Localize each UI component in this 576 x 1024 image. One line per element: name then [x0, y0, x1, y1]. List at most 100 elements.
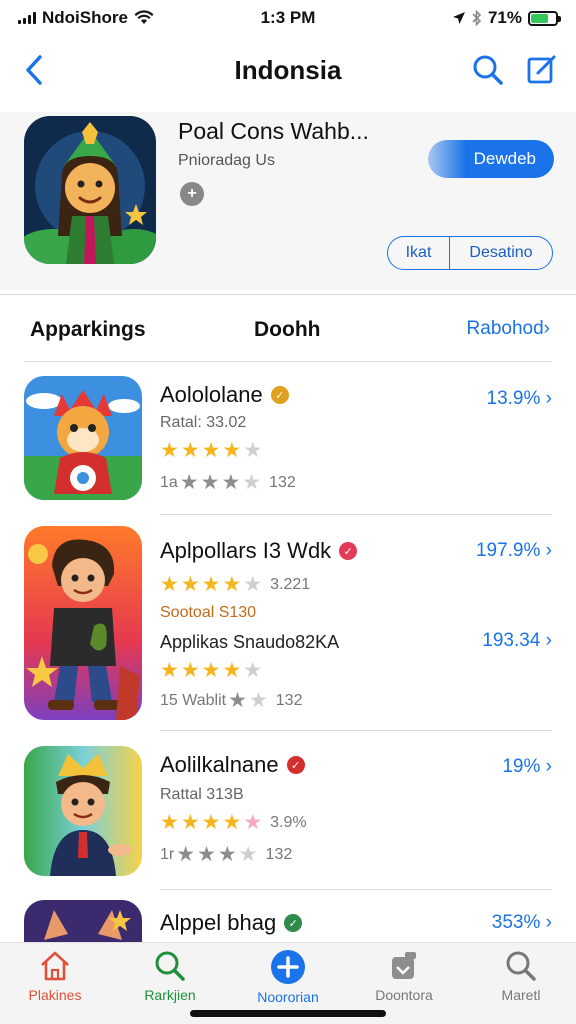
battery-percent: 71%	[487, 8, 522, 27]
see-all-link[interactable]: Rabohod›	[467, 318, 550, 340]
row-divider	[160, 730, 552, 731]
star-icon: ★	[238, 843, 258, 866]
app-title-row: Aplpollars I3 Wdk ✓	[160, 538, 358, 564]
app-percent[interactable]: 353% ›	[492, 912, 552, 934]
app-icon[interactable]	[24, 526, 142, 720]
star-icon: ★	[197, 843, 216, 866]
star-icon: ★	[201, 439, 221, 462]
star-icon: ★	[160, 573, 179, 596]
download-button[interactable]: Dewdeb	[428, 140, 554, 178]
star-icon: ★	[176, 843, 196, 866]
app-meta: Rattal 313B	[160, 786, 244, 803]
secondary-rating: 1r ★ ★ ★ ★ 132	[160, 842, 292, 867]
secondary-rating: 15 Wablit ★ ★ 132	[160, 688, 302, 713]
star-icon: ★	[160, 811, 179, 834]
tab-label: Maretl	[501, 987, 541, 1003]
star-icon: ★	[222, 811, 242, 834]
section-divider	[0, 294, 576, 295]
list-item[interactable]: Alppel bhag ✓ 353% ›	[0, 892, 576, 942]
tab-maretl[interactable]: Maretl	[466, 949, 576, 1003]
star-icon: ★	[243, 573, 263, 596]
status-bar: NdoiShore 1:3 PM 71%	[0, 0, 576, 36]
battery-icon	[528, 10, 561, 26]
downloads-icon	[392, 952, 416, 979]
location-arrow-icon	[452, 12, 465, 24]
nav-bar: Indonsia	[0, 40, 576, 100]
segment-second[interactable]: Desatino	[450, 237, 552, 269]
star-rating: ★ ★ ★ ★ ★ 3.221	[160, 572, 310, 597]
star-icon: ★	[201, 573, 221, 596]
segment-first[interactable]: Ikat	[388, 237, 450, 269]
verified-badge-icon: ✓	[286, 756, 305, 774]
app-meta: Ratal: 33.02	[160, 414, 247, 431]
chevron-left-icon	[26, 55, 42, 85]
tab-doontora[interactable]: Doontora	[349, 949, 459, 1003]
add-button[interactable]: +	[180, 182, 204, 206]
list-item[interactable]: Aplpollars I3 Wdk ✓ ★ ★ ★ ★ ★ 3.221 Sootoal …	[0, 516, 576, 731]
star-icon: ★	[180, 439, 200, 462]
status-time: 1:3 PM	[260, 8, 316, 27]
chevron-right-icon: ›	[545, 540, 552, 561]
list-item[interactable]: Aolilkalnane ✓ Rattal 313B ★ ★ ★ ★ ★ 3.9% 1r…	[0, 732, 576, 890]
tab-label: Plakines	[28, 987, 82, 1003]
search-button[interactable]	[470, 52, 506, 88]
percent-value: 19%	[502, 756, 541, 777]
star-icon: ★	[179, 471, 199, 494]
star-icon: ★	[248, 689, 268, 712]
featured-app-icon[interactable]	[24, 116, 156, 264]
chevron-right-icon: ›	[545, 912, 552, 933]
app-title-row: Aolilkalnane ✓	[160, 752, 305, 778]
status-right: 71%	[358, 8, 561, 28]
section-title: Apparkings	[30, 318, 146, 341]
percent-value: 197.9%	[475, 540, 541, 561]
back-button[interactable]	[16, 50, 52, 90]
star-icon: ★	[228, 689, 247, 712]
featured-app-name: Poal Cons Wahb...	[178, 118, 369, 144]
tab-noororian[interactable]: Noororian	[233, 949, 343, 1005]
chevron-right-icon: ›	[545, 630, 552, 651]
verified-badge-icon: ✓	[339, 542, 358, 560]
star-icon: ★	[243, 811, 263, 834]
app-title: Aolololane	[160, 382, 263, 407]
percent-value: 193.34	[482, 630, 541, 651]
app-title-row: Alppel bhag ✓	[160, 910, 303, 936]
rating-count: 3.9%	[270, 813, 307, 831]
chevron-right-icon: ›	[545, 388, 552, 409]
app-percent[interactable]: 19% ›	[502, 756, 552, 778]
app-percent-secondary[interactable]: 193.34 ›	[482, 630, 552, 652]
compose-button[interactable]	[524, 52, 560, 88]
row-divider	[160, 889, 552, 890]
rating-count: 132	[269, 473, 296, 491]
list-top-divider	[24, 361, 552, 362]
app-icon[interactable]	[24, 900, 142, 942]
app-percent[interactable]: 13.9% ›	[487, 388, 552, 410]
verified-badge-icon: ✓	[284, 914, 303, 932]
segmented-control: Ikat Desatino	[387, 236, 553, 270]
chevron-right-icon: ›	[543, 318, 550, 339]
featured-app-card: Poal Cons Wahb... Pnioradag Us + Dewdeb …	[0, 112, 576, 290]
star-icon: ★	[222, 659, 242, 682]
status-left: NdoiShore	[18, 8, 218, 28]
percent-value: 13.9%	[486, 388, 541, 409]
star-icon: ★	[160, 659, 179, 682]
star-icon: ★	[221, 471, 241, 494]
app-icon[interactable]	[24, 746, 142, 876]
tab-label: Noororian	[257, 989, 319, 1005]
list-item[interactable]: Aolololane ✓ Ratal: 33.02 ★ ★ ★ ★ ★ 1a ★ ★ ★ ★ …	[0, 370, 576, 515]
tab-rarkjien[interactable]: Rarkjien	[115, 949, 225, 1003]
chevron-right-icon: ›	[545, 756, 552, 777]
app-icon[interactable]	[24, 376, 142, 500]
star-rating: ★ ★ ★ ★ ★	[160, 438, 262, 463]
rating-prefix: 1a	[160, 473, 178, 491]
home-indicator[interactable]	[190, 1010, 386, 1017]
see-all-label: Rabohod	[466, 318, 544, 339]
section-filter[interactable]: Doohh	[254, 318, 320, 342]
section-header: Apparkings Doohh Rabohod›	[0, 300, 576, 360]
star-icon: ★	[222, 439, 242, 462]
tab-plakines[interactable]: Plakines	[0, 949, 110, 1003]
tab-label: Doontora	[375, 987, 433, 1003]
app-percent[interactable]: 197.9% ›	[476, 540, 552, 562]
star-rating: ★ ★ ★ ★ ★ 3.9%	[160, 810, 307, 835]
app-subtitle: Applikas Snaudo82KA	[160, 632, 340, 652]
app-title-row: Aolololane ✓	[160, 382, 289, 408]
